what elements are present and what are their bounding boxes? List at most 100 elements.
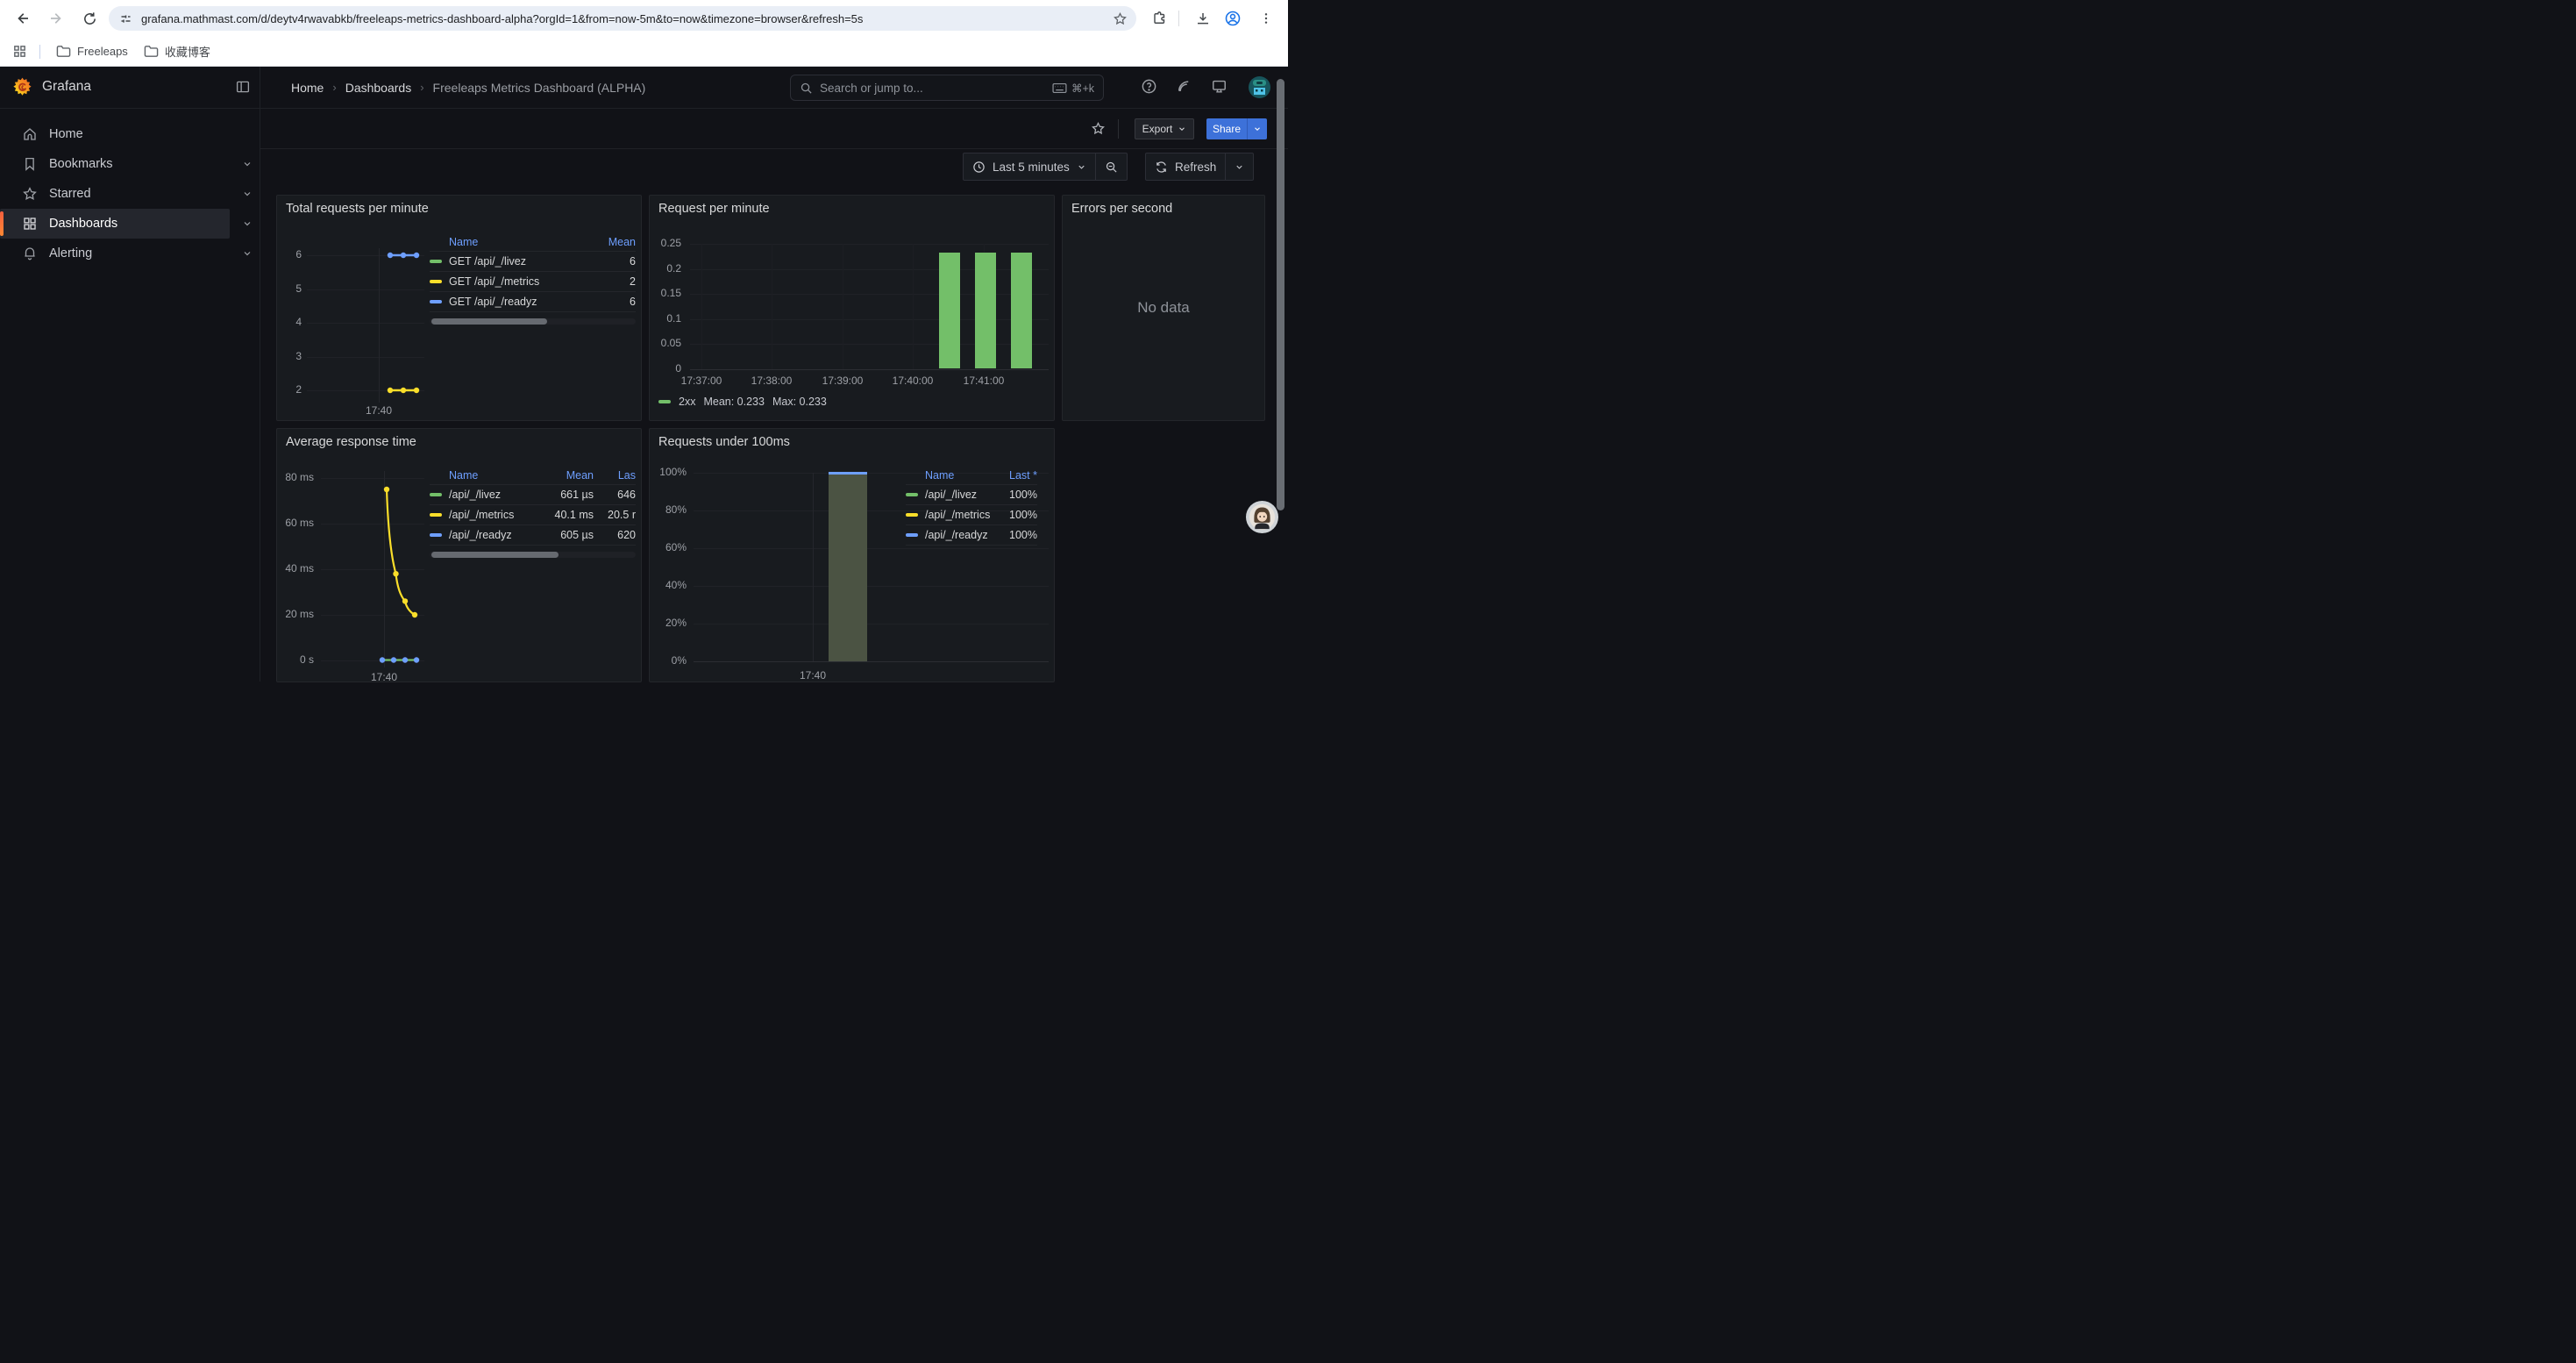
export-button[interactable]: Export <box>1135 118 1194 139</box>
panel-total-requests[interactable]: Total requests per minute 6543217:40 Nam… <box>276 195 642 421</box>
sidebar-toggle-icon[interactable] <box>235 79 251 95</box>
panel-title[interactable]: Requests under 100ms <box>658 435 790 449</box>
series-name[interactable]: GET /api/_/metrics <box>449 275 583 288</box>
series-swatch[interactable] <box>906 533 918 537</box>
news-feed-icon[interactable] <box>1176 78 1192 94</box>
column-header-mean[interactable]: Mean <box>583 236 636 248</box>
extensions-icon[interactable] <box>1149 8 1171 29</box>
panel-avg-response-time[interactable]: Average response time 80 ms60 ms40 ms20 … <box>276 428 642 682</box>
series-name[interactable]: GET /api/_/livez <box>449 255 583 268</box>
chevron-down-icon[interactable] <box>235 159 260 169</box>
chevron-down-icon[interactable] <box>235 218 260 229</box>
brand-zone: Grafana <box>0 67 260 108</box>
legend-row[interactable]: /api/_/readyz 605 µs 620 <box>430 525 636 546</box>
favorite-star-icon[interactable] <box>1091 121 1106 136</box>
legend-row[interactable]: GET /api/_/metrics 2 <box>430 272 636 292</box>
page-scrollbar-thumb[interactable] <box>1277 79 1284 510</box>
series-name[interactable]: /api/_/metrics <box>925 509 995 521</box>
chevron-down-icon[interactable] <box>235 248 260 259</box>
legend-row[interactable]: /api/_/readyz 100% <box>906 525 1037 546</box>
legend-row[interactable]: /api/_/livez 100% <box>906 485 1037 505</box>
series-swatch[interactable] <box>906 513 918 517</box>
panel-title[interactable]: Total requests per minute <box>286 202 429 216</box>
monitor-icon[interactable] <box>1211 78 1228 95</box>
sidebar-item-label: Starred <box>49 187 91 201</box>
sidebar-item-dashboards[interactable]: Dashboards <box>0 209 260 239</box>
url-text[interactable]: grafana.mathmast.com/d/deytv4rwavabkb/fr… <box>141 12 1113 25</box>
browser-menu-icon[interactable] <box>1256 8 1277 29</box>
browser-reload-button[interactable] <box>77 6 102 31</box>
series-name[interactable]: /api/_/readyz <box>449 529 537 541</box>
series-swatch[interactable] <box>658 400 671 403</box>
legend-row[interactable]: GET /api/_/livez 6 <box>430 252 636 272</box>
grafana-logo-icon[interactable] <box>11 76 33 98</box>
share-menu-chevron-icon[interactable] <box>1247 118 1267 139</box>
series-name[interactable]: /api/_/metrics <box>449 509 537 521</box>
series-swatch[interactable] <box>906 493 918 496</box>
apps-grid-icon[interactable] <box>12 44 27 59</box>
panel-title[interactable]: Request per minute <box>658 202 770 216</box>
series-name[interactable]: /api/_/readyz <box>925 529 995 541</box>
chevron-down-icon[interactable] <box>235 189 260 199</box>
legend-table-header: Name Mean <box>430 232 636 252</box>
legend-scrollbar[interactable] <box>430 318 636 325</box>
series-swatch[interactable] <box>430 260 442 263</box>
series-name[interactable]: /api/_/livez <box>449 489 537 501</box>
downloads-icon[interactable] <box>1192 8 1213 29</box>
legend-row[interactable]: /api/_/livez 661 µs 646 <box>430 485 636 505</box>
column-header-name[interactable]: Name <box>906 469 995 482</box>
browser-forward-button[interactable] <box>44 6 68 31</box>
panel-request-per-minute[interactable]: Request per minute 2xx Mean: 0.233 Max: … <box>649 195 1055 421</box>
scrollbar-thumb[interactable] <box>431 318 547 325</box>
series-name[interactable]: GET /api/_/readyz <box>449 296 583 308</box>
series-swatch[interactable] <box>430 300 442 303</box>
dashboards-grid-icon <box>22 216 38 232</box>
y-tick-label: 0.25 <box>657 237 681 249</box>
profile-icon[interactable] <box>1222 8 1243 29</box>
panel-errors-per-second[interactable]: Errors per second No data <box>1062 195 1265 421</box>
panel-requests-under-100ms[interactable]: Requests under 100ms 100%80%60%40%20%0%1… <box>649 428 1055 682</box>
url-bar[interactable]: grafana.mathmast.com/d/deytv4rwavabkb/fr… <box>109 6 1136 31</box>
search-shortcut: ⌘+k <box>1052 82 1094 95</box>
bookmark-folder-blogs[interactable]: 收藏博客 <box>144 43 210 60</box>
series-swatch[interactable] <box>430 493 442 496</box>
user-avatar[interactable] <box>1249 76 1270 98</box>
sidebar-item-starred[interactable]: Starred <box>0 179 260 209</box>
series-swatch[interactable] <box>430 513 442 517</box>
search-input[interactable]: Search or jump to... ⌘+k <box>790 75 1104 101</box>
sidebar-item-alerting[interactable]: Alerting <box>0 239 260 268</box>
share-button[interactable]: Share <box>1206 118 1267 139</box>
column-header-last[interactable]: Las <box>594 469 636 482</box>
chart-legend[interactable]: 2xx Mean: 0.233 Max: 0.233 <box>658 396 827 408</box>
column-header-name[interactable]: Name <box>430 236 583 248</box>
legend-row[interactable]: /api/_/metrics 100% <box>906 505 1037 525</box>
series-name[interactable]: /api/_/livez <box>925 489 995 501</box>
series-swatch[interactable] <box>430 533 442 537</box>
browser-back-button[interactable] <box>11 6 35 31</box>
help-icon[interactable] <box>1141 78 1157 95</box>
legend-scrollbar[interactable] <box>430 552 636 558</box>
series-mean: 661 µs <box>537 489 594 501</box>
extension-avatar-button[interactable] <box>1246 501 1278 533</box>
panel-title[interactable]: Errors per second <box>1071 202 1172 216</box>
bookmark-star-icon[interactable] <box>1113 11 1128 26</box>
bookmark-folder-freeleaps[interactable]: Freeleaps <box>56 45 128 58</box>
legend-row[interactable]: GET /api/_/readyz 6 <box>430 292 636 312</box>
series-last: 20.5 r <box>594 509 636 521</box>
breadcrumb-home[interactable]: Home <box>291 81 324 95</box>
column-header-mean[interactable]: Mean <box>537 469 594 482</box>
breadcrumb-dashboards[interactable]: Dashboards <box>345 81 412 95</box>
share-label[interactable]: Share <box>1206 118 1247 139</box>
column-header-name[interactable]: Name <box>430 469 537 482</box>
sidebar-item-bookmarks[interactable]: Bookmarks <box>0 149 260 179</box>
legend-series-name[interactable]: 2xx <box>679 396 695 408</box>
active-accent-bar <box>0 211 4 236</box>
panel-title[interactable]: Average response time <box>286 435 416 449</box>
site-info-icon[interactable] <box>119 12 132 25</box>
scrollbar-thumb[interactable] <box>431 552 559 558</box>
column-header-last[interactable]: Last * <box>995 469 1037 482</box>
sidebar-item-home[interactable]: Home <box>0 119 260 149</box>
legend-row[interactable]: /api/_/metrics 40.1 ms 20.5 r <box>430 505 636 525</box>
series-swatch[interactable] <box>430 280 442 283</box>
bookmarks-separator <box>39 45 40 59</box>
